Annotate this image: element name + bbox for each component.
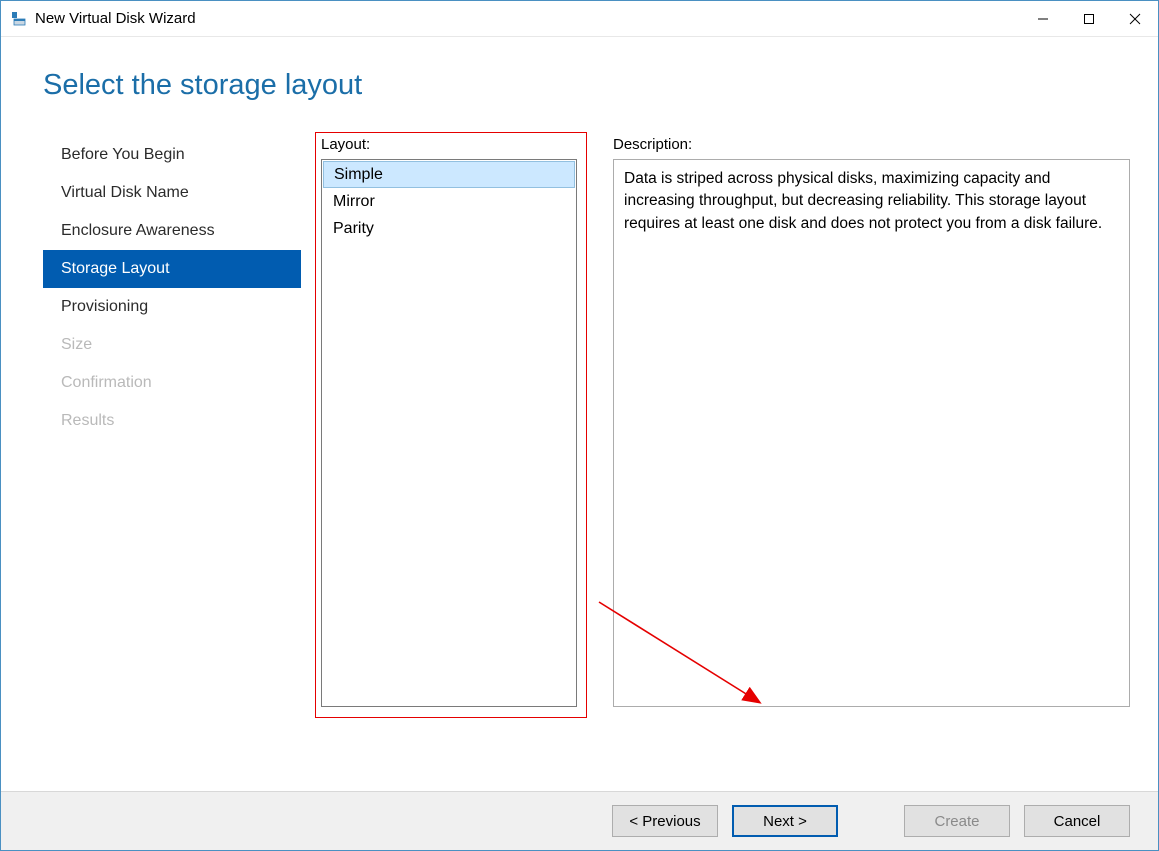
wizard-icon <box>11 11 27 27</box>
step-confirmation: Confirmation <box>43 364 301 402</box>
content-area: Select the storage layout Before You Beg… <box>1 37 1158 850</box>
minimize-button[interactable] <box>1020 1 1066 36</box>
step-provisioning[interactable]: Provisioning <box>43 288 301 326</box>
description-column: Description: Data is striped across phys… <box>613 136 1130 791</box>
previous-button[interactable]: < Previous <box>612 805 718 837</box>
body-area: Before You Begin Virtual Disk Name Enclo… <box>1 102 1158 791</box>
layout-option-simple[interactable]: Simple <box>323 161 575 188</box>
maximize-button[interactable] <box>1066 1 1112 36</box>
close-button[interactable] <box>1112 1 1158 36</box>
window-title: New Virtual Disk Wizard <box>35 10 196 27</box>
layout-option-mirror[interactable]: Mirror <box>323 188 575 215</box>
step-storage-layout[interactable]: Storage Layout <box>43 250 301 288</box>
layout-label: Layout: <box>321 136 593 153</box>
create-button: Create <box>904 805 1010 837</box>
window-controls <box>1020 1 1158 36</box>
layout-column: Layout: Simple Mirror Parity <box>321 136 593 791</box>
step-size: Size <box>43 326 301 364</box>
wizard-window: New Virtual Disk Wizard Select the stora… <box>0 0 1159 851</box>
step-results: Results <box>43 402 301 440</box>
next-button[interactable]: Next > <box>732 805 838 837</box>
wizard-steps-sidebar: Before You Begin Virtual Disk Name Enclo… <box>43 136 301 791</box>
titlebar: New Virtual Disk Wizard <box>1 1 1158 37</box>
description-text: Data is striped across physical disks, m… <box>613 159 1130 707</box>
wizard-footer: < Previous Next > Create Cancel <box>1 791 1158 850</box>
cancel-button[interactable]: Cancel <box>1024 805 1130 837</box>
step-enclosure-awareness[interactable]: Enclosure Awareness <box>43 212 301 250</box>
description-label: Description: <box>613 136 1130 153</box>
step-before-you-begin[interactable]: Before You Begin <box>43 136 301 174</box>
page-heading: Select the storage layout <box>1 37 1158 102</box>
titlebar-left: New Virtual Disk Wizard <box>1 10 196 27</box>
layout-listbox[interactable]: Simple Mirror Parity <box>321 159 577 707</box>
layout-option-parity[interactable]: Parity <box>323 215 575 242</box>
step-virtual-disk-name[interactable]: Virtual Disk Name <box>43 174 301 212</box>
